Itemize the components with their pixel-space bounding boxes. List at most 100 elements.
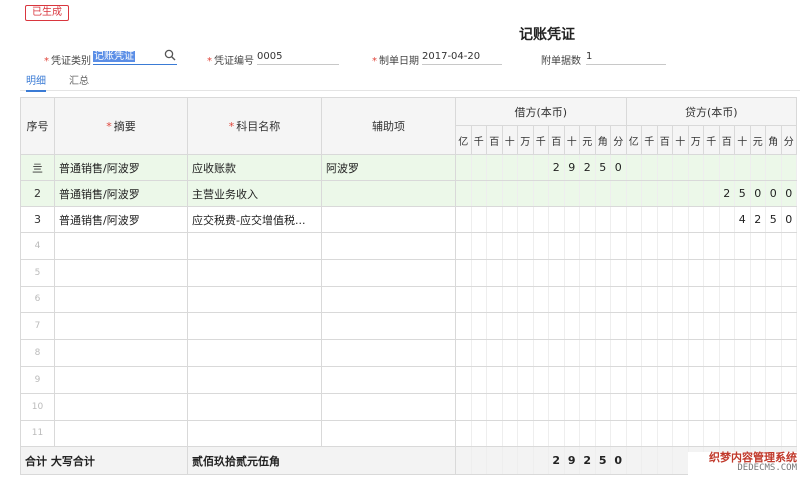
credit-digit-cell[interactable] (656, 285, 673, 314)
debit-digit-cell[interactable] (455, 365, 472, 394)
credit-digit-cell[interactable] (656, 154, 673, 181)
credit-digit-cell[interactable] (625, 285, 642, 314)
credit-digit-cell[interactable] (687, 258, 704, 287)
aux-cell[interactable] (321, 365, 456, 394)
debit-digit-cell[interactable] (455, 232, 472, 260)
summary-cell[interactable]: 普通销售/阿波罗 (54, 154, 188, 181)
credit-digit-cell[interactable] (734, 365, 751, 394)
summary-cell[interactable] (54, 365, 188, 394)
debit-digit-cell[interactable] (579, 258, 596, 287)
aux-cell[interactable] (321, 419, 456, 448)
summary-cell[interactable] (54, 258, 188, 287)
debit-digit-cell[interactable] (579, 180, 596, 207)
debit-digit-cell[interactable] (594, 392, 611, 421)
credit-digit-cell[interactable] (718, 365, 735, 394)
debit-digit-cell[interactable] (517, 446, 534, 476)
debit-digit-cell[interactable] (532, 285, 549, 314)
credit-digit-cell[interactable] (672, 392, 689, 421)
debit-digit-cell[interactable] (563, 419, 580, 448)
credit-digit-cell[interactable] (672, 446, 689, 476)
debit-digit-cell[interactable] (486, 258, 503, 287)
debit-digit-cell[interactable] (501, 206, 518, 233)
debit-digit-cell[interactable] (548, 365, 565, 394)
credit-digit-cell[interactable] (656, 446, 673, 476)
credit-digit-cell[interactable] (687, 180, 704, 207)
credit-digit-cell[interactable] (625, 154, 642, 181)
credit-digit-cell[interactable] (718, 206, 735, 233)
credit-digit-cell[interactable] (641, 232, 658, 260)
credit-digit-cell[interactable] (625, 180, 642, 207)
credit-digit-cell[interactable] (641, 365, 658, 394)
debit-digit-cell[interactable] (517, 232, 534, 260)
summary-cell[interactable] (54, 312, 188, 341)
account-cell[interactable]: 应收账款 (187, 154, 322, 181)
debit-digit-cell[interactable] (610, 339, 627, 367)
credit-digit-cell[interactable] (749, 258, 766, 287)
debit-digit-cell[interactable] (563, 258, 580, 287)
summary-cell[interactable] (54, 419, 188, 448)
debit-digit-cell[interactable] (579, 232, 596, 260)
credit-digit-cell[interactable] (780, 154, 797, 181)
credit-digit-cell[interactable] (765, 365, 782, 394)
account-cell[interactable] (187, 312, 322, 341)
debit-digit-cell[interactable] (579, 419, 596, 448)
table-row[interactable]: 3 普通销售/阿波罗 应交税费-应交增值税... 4 2 5 0 (20, 206, 797, 233)
credit-digit-cell[interactable] (703, 419, 720, 448)
credit-digit-cell[interactable]: 0 (780, 180, 797, 207)
credit-digit-cell[interactable] (718, 419, 735, 448)
account-cell[interactable] (187, 232, 322, 260)
debit-digit-cell[interactable] (548, 180, 565, 207)
credit-digit-cell[interactable] (780, 392, 797, 421)
aux-cell[interactable] (321, 180, 456, 207)
search-icon[interactable] (164, 49, 176, 61)
credit-digit-cell[interactable] (749, 419, 766, 448)
debit-digit-cell[interactable] (579, 392, 596, 421)
credit-digit-cell[interactable] (625, 446, 642, 476)
debit-digit-cell[interactable] (610, 392, 627, 421)
credit-digit-cell[interactable] (749, 365, 766, 394)
aux-cell[interactable] (321, 312, 456, 341)
credit-digit-cell[interactable]: 2 (749, 206, 766, 233)
debit-digit-cell[interactable] (486, 232, 503, 260)
credit-digit-cell[interactable] (641, 339, 658, 367)
debit-digit-cell[interactable] (455, 285, 472, 314)
credit-digit-cell[interactable] (765, 258, 782, 287)
credit-digit-cell[interactable] (718, 392, 735, 421)
aux-cell[interactable] (321, 392, 456, 421)
debit-digit-cell[interactable] (532, 446, 549, 476)
debit-digit-cell[interactable] (579, 312, 596, 341)
debit-digit-cell[interactable] (517, 180, 534, 207)
credit-digit-cell[interactable] (734, 312, 751, 341)
debit-digit-cell[interactable] (563, 232, 580, 260)
summary-cell[interactable] (54, 339, 188, 367)
credit-digit-cell[interactable] (641, 446, 658, 476)
account-cell[interactable]: 主营业务收入 (187, 180, 322, 207)
debit-digit-cell[interactable] (610, 285, 627, 314)
aux-cell[interactable]: 阿波罗 (321, 154, 456, 181)
table-row[interactable]: 7 (20, 312, 797, 341)
debit-digit-cell[interactable] (594, 419, 611, 448)
credit-digit-cell[interactable] (749, 339, 766, 367)
credit-digit-cell[interactable] (625, 419, 642, 448)
credit-digit-cell[interactable] (625, 365, 642, 394)
debit-digit-cell[interactable] (517, 312, 534, 341)
debit-digit-cell[interactable] (532, 154, 549, 181)
summary-cell[interactable]: 普通销售/阿波罗 (54, 180, 188, 207)
credit-digit-cell[interactable]: 0 (765, 180, 782, 207)
credit-digit-cell[interactable] (656, 232, 673, 260)
credit-digit-cell[interactable] (765, 312, 782, 341)
debit-digit-cell[interactable] (470, 392, 487, 421)
credit-digit-cell[interactable] (625, 392, 642, 421)
summary-cell[interactable]: 普通销售/阿波罗 (54, 206, 188, 233)
table-row[interactable]: 亖普通销售/阿波罗 应收账款 阿波罗 2 9 2 5 0 (20, 154, 797, 181)
credit-digit-cell[interactable] (749, 232, 766, 260)
credit-digit-cell[interactable]: 5 (765, 206, 782, 233)
debit-digit-cell[interactable] (501, 419, 518, 448)
credit-digit-cell[interactable] (765, 154, 782, 181)
debit-digit-cell[interactable] (517, 285, 534, 314)
debit-digit-cell[interactable] (470, 206, 487, 233)
credit-digit-cell[interactable] (672, 419, 689, 448)
credit-digit-cell[interactable] (687, 232, 704, 260)
debit-digit-cell[interactable] (548, 285, 565, 314)
debit-digit-cell[interactable] (579, 339, 596, 367)
